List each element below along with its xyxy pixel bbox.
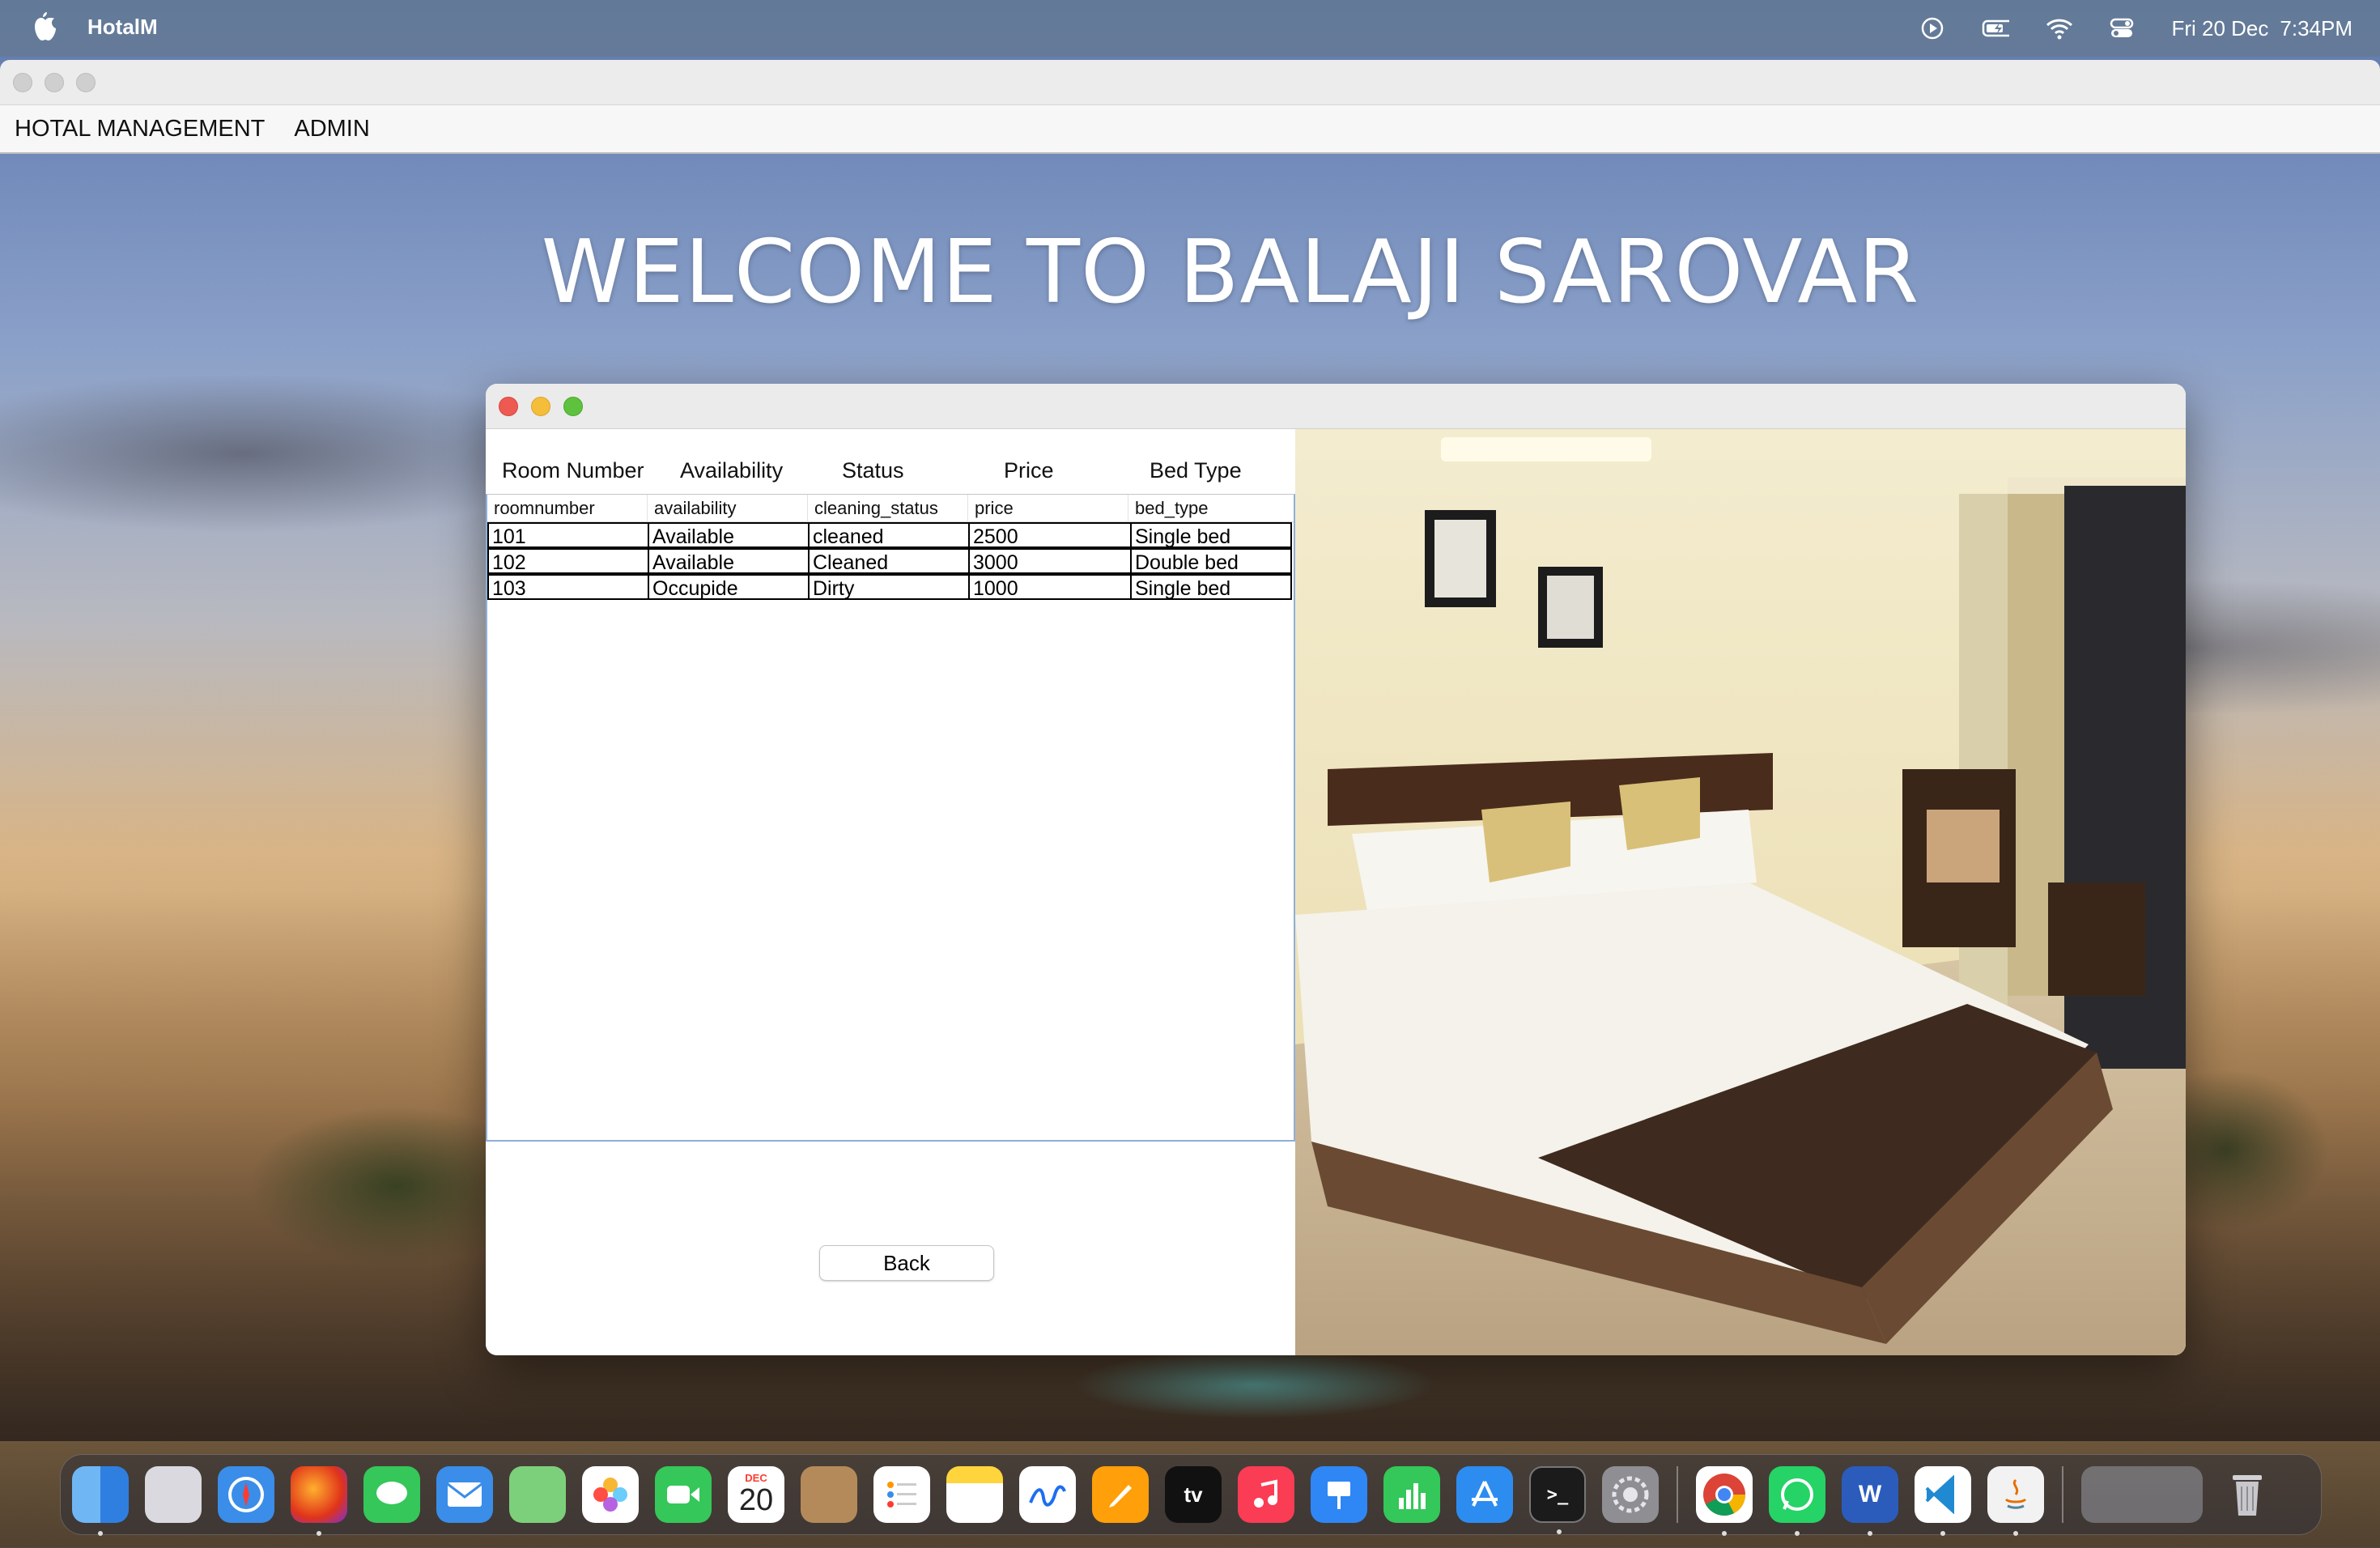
time-label: 7:34PM: [2280, 15, 2352, 40]
rooms-table[interactable]: roomnumber availability cleaning_status …: [486, 494, 1295, 1142]
heading-availability: Availability: [680, 458, 784, 483]
heading-price: Price: [1004, 458, 1054, 483]
main-window: HOTAL MANAGEMENT ADMIN WELCOME TO BALAJI…: [0, 60, 2380, 1441]
cell-bed-type[interactable]: Double bed: [1130, 548, 1292, 574]
back-button[interactable]: Back: [819, 1245, 994, 1281]
cell-price[interactable]: 1000: [968, 574, 1132, 600]
cell-roomnumber[interactable]: 102: [487, 548, 649, 574]
reminders-icon[interactable]: [873, 1466, 930, 1523]
room-panel: Room Number Availability Status Price Be…: [486, 429, 1295, 1355]
clock[interactable]: Fri 20 Dec 7:34PM: [2171, 16, 2352, 41]
app-menu-bar: HOTAL MANAGEMENT ADMIN: [0, 105, 2380, 154]
maps-icon[interactable]: [509, 1466, 566, 1523]
room-photo: [1295, 429, 2186, 1355]
cell-cleaning-status[interactable]: Dirty: [808, 574, 970, 600]
facetime-icon[interactable]: [655, 1466, 712, 1523]
messages-icon[interactable]: [363, 1466, 420, 1523]
pages-icon[interactable]: [1092, 1466, 1149, 1523]
word-icon[interactable]: W: [1842, 1466, 1898, 1536]
photos-icon[interactable]: [582, 1466, 639, 1523]
col-price[interactable]: price: [968, 495, 1128, 522]
music-icon[interactable]: [1238, 1466, 1294, 1523]
app-name[interactable]: HotalM: [87, 15, 158, 40]
notes-icon[interactable]: [946, 1466, 1003, 1523]
menu-hotal-management[interactable]: HOTAL MANAGEMENT: [15, 116, 265, 142]
cell-price[interactable]: 3000: [968, 548, 1132, 574]
app-store-icon[interactable]: [1456, 1466, 1513, 1523]
cell-cleaning-status[interactable]: cleaned: [808, 522, 970, 548]
control-center-icon[interactable]: [2108, 16, 2136, 40]
dock: DEC 20 tv >_ W: [60, 1454, 2322, 1536]
table-header: roomnumber availability cleaning_status …: [487, 495, 1294, 522]
mail-icon[interactable]: [436, 1466, 493, 1523]
date-label: Fri 20 Dec: [2171, 15, 2269, 40]
cell-roomnumber[interactable]: 101: [487, 522, 649, 548]
whatsapp-icon[interactable]: [1769, 1466, 1825, 1536]
freeform-icon[interactable]: [1019, 1466, 1076, 1523]
close-button[interactable]: [13, 73, 32, 92]
trash-icon[interactable]: [2219, 1466, 2276, 1523]
minimized-windows-icon[interactable]: [2081, 1466, 2203, 1523]
cell-bed-type[interactable]: Single bed: [1130, 574, 1292, 600]
col-bed-type[interactable]: bed_type: [1128, 495, 1294, 522]
cell-roomnumber[interactable]: 103: [487, 574, 649, 600]
calendar-day: 20: [738, 1483, 774, 1517]
dialog-close-button[interactable]: [499, 397, 518, 416]
dock-separator: [1677, 1466, 1678, 1523]
apple-tv-icon[interactable]: tv: [1165, 1466, 1222, 1523]
col-roomnumber[interactable]: roomnumber: [487, 495, 648, 522]
system-settings-icon[interactable]: [1602, 1466, 1659, 1523]
chrome-icon[interactable]: [1696, 1466, 1753, 1536]
battery-icon[interactable]: [1982, 16, 2010, 40]
cell-bed-type[interactable]: Single bed: [1130, 522, 1292, 548]
tv-label: tv: [1184, 1482, 1203, 1507]
table-row[interactable]: 102 Available Cleaned 3000 Double bed: [487, 548, 1294, 574]
heading-bed-type: Bed Type: [1150, 458, 1242, 483]
cell-availability[interactable]: Occupide: [648, 574, 810, 600]
contacts-icon[interactable]: [801, 1466, 857, 1523]
calendar-icon[interactable]: DEC 20: [728, 1466, 784, 1523]
menu-admin[interactable]: ADMIN: [294, 116, 369, 142]
wifi-icon[interactable]: [2045, 16, 2073, 40]
minimize-button[interactable]: [45, 73, 64, 92]
terminal-icon[interactable]: >_: [1529, 1466, 1586, 1534]
rooms-dialog: Room Number Availability Status Price Be…: [486, 384, 2186, 1355]
cell-availability[interactable]: Available: [648, 522, 810, 548]
dock-separator: [2062, 1466, 2063, 1523]
dialog-titlebar[interactable]: [486, 384, 2186, 429]
col-cleaning-status[interactable]: cleaning_status: [808, 495, 968, 522]
play-circle-icon[interactable]: [1919, 16, 1946, 40]
finder-icon[interactable]: [72, 1466, 129, 1536]
numbers-icon[interactable]: [1383, 1466, 1440, 1523]
dialog-zoom-button[interactable]: [563, 397, 583, 416]
apple-icon[interactable]: [31, 11, 58, 44]
window-titlebar[interactable]: [0, 60, 2380, 105]
menu-bar: HotalM Fri 20 Dec 7:34PM: [0, 0, 2380, 57]
keynote-icon[interactable]: [1311, 1466, 1367, 1523]
cell-price[interactable]: 2500: [968, 522, 1132, 548]
cell-cleaning-status[interactable]: Cleaned: [808, 548, 970, 574]
column-headings: Room Number Availability Status Price Be…: [486, 444, 1295, 492]
calendar-month: DEC: [745, 1472, 767, 1484]
zoom-button[interactable]: [76, 73, 96, 92]
firefox-icon[interactable]: [291, 1466, 347, 1536]
java-icon[interactable]: [1987, 1466, 2044, 1536]
welcome-title: WELCOME TO BALAJI SAROVAR: [541, 222, 1920, 323]
launchpad-icon[interactable]: [145, 1466, 202, 1523]
heading-status: Status: [842, 458, 904, 483]
col-availability[interactable]: availability: [648, 495, 808, 522]
table-row[interactable]: 103 Occupide Dirty 1000 Single bed: [487, 574, 1294, 600]
status-area: Fri 20 Dec 7:34PM: [1919, 0, 2352, 57]
table-row[interactable]: 101 Available cleaned 2500 Single bed: [487, 522, 1294, 548]
heading-room-number: Room Number: [502, 458, 644, 483]
dialog-minimize-button[interactable]: [531, 397, 550, 416]
cell-availability[interactable]: Available: [648, 548, 810, 574]
vscode-icon[interactable]: [1915, 1466, 1971, 1536]
safari-icon[interactable]: [218, 1466, 274, 1523]
